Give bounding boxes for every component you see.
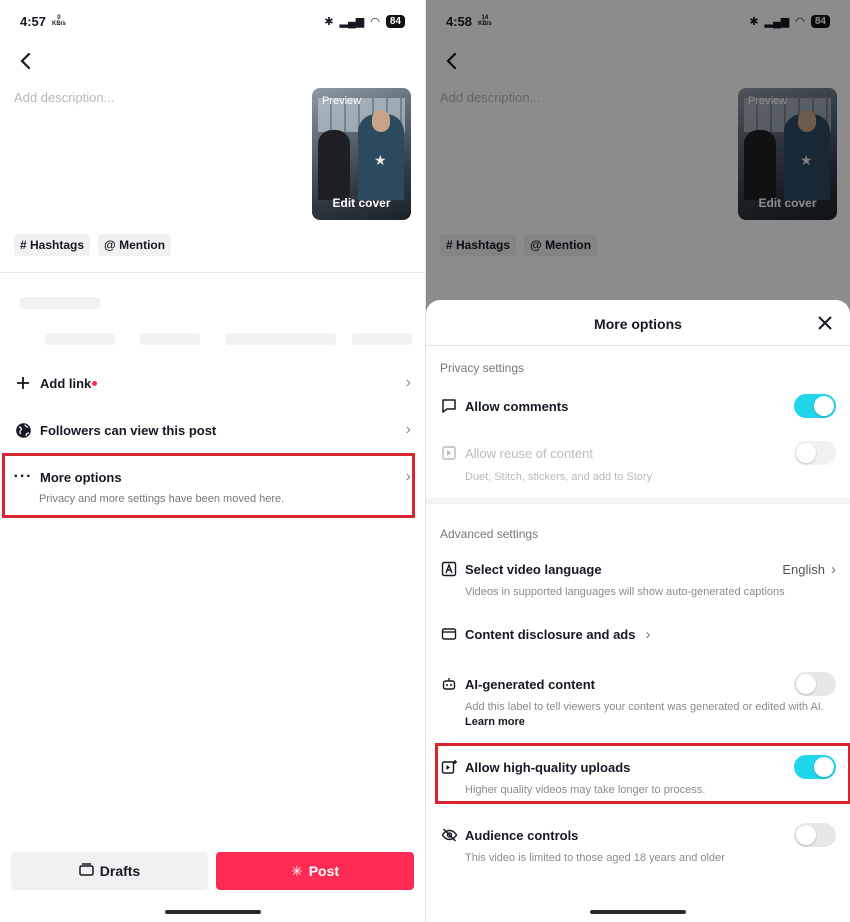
allow-reuse-row: Allow reuse of content — [440, 441, 836, 465]
close-icon[interactable] — [816, 314, 834, 332]
plus-icon — [14, 374, 32, 392]
mention-label: Mention — [119, 238, 166, 252]
post-screen-left: 4:57 0 KB/s ✱ ▂▄▆ ◠ 84 Add description...… — [0, 0, 425, 922]
video-language-label: Select video language — [465, 561, 602, 577]
advanced-settings-header: Advanced settings — [440, 527, 539, 541]
location-suggestion-faded — [45, 333, 115, 345]
post-button[interactable]: ✳ Post — [216, 852, 414, 890]
hashtags-label: Hashtags — [30, 238, 85, 252]
followers-label: Followers can view this post — [40, 422, 217, 438]
drafts-label: Drafts — [99, 863, 141, 879]
chevron-right-icon: › — [645, 625, 651, 643]
privacy-row[interactable]: Followers can view this post › — [14, 421, 411, 439]
privacy-settings-header: Privacy settings — [440, 361, 525, 375]
battery-icon: 84 — [385, 14, 405, 28]
content-disclosure-label: Content disclosure and ads — [465, 626, 636, 642]
cover-figure-head — [372, 110, 390, 132]
audience-controls-subtitle: This video is limited to those aged 18 y… — [465, 852, 725, 864]
video-language-value: English — [782, 561, 825, 577]
at-icon: @ — [104, 238, 120, 252]
home-indicator — [590, 910, 686, 914]
hashtags-chip[interactable]: # Hashtags — [14, 234, 91, 256]
ai-content-row[interactable]: AI-generated content — [440, 672, 836, 696]
ai-content-subtitle-text: Add this label to tell viewers your cont… — [465, 701, 824, 713]
divider — [0, 272, 425, 273]
toggle-knob — [796, 825, 816, 845]
location-row-faded — [20, 297, 100, 309]
cover-figure — [318, 130, 350, 200]
audience-controls-label: Audience controls — [465, 827, 579, 843]
hash-icon: # — [20, 238, 31, 252]
drafts-button[interactable]: Drafts — [11, 852, 208, 890]
wifi-icon: ◠ — [370, 15, 380, 28]
allow-comments-label: Allow comments — [465, 398, 569, 414]
network-speed-unit: KB/s — [52, 21, 66, 27]
video-language-subtitle: Videos in supported languages will show … — [465, 586, 785, 598]
video-language-row[interactable]: Select video language English › — [440, 560, 836, 578]
description-input[interactable]: Add description... — [14, 90, 114, 105]
location-suggestion-faded — [140, 333, 200, 345]
chip-row: # Hashtags @ Mention — [14, 234, 172, 256]
chevron-right-icon: › — [831, 560, 836, 578]
signal-icon: ▂▄▆ — [339, 15, 365, 28]
reuse-content-icon — [440, 444, 458, 462]
globe-icon — [14, 421, 32, 439]
chevron-right-icon: › — [405, 421, 411, 438]
audience-controls-toggle[interactable] — [794, 823, 836, 847]
allow-reuse-subtitle: Duet, Stitch, stickers, and add to Story — [465, 471, 653, 483]
mention-chip[interactable]: @ Mention — [98, 234, 172, 256]
comment-icon — [440, 397, 458, 415]
star-icon: ★ — [374, 152, 387, 168]
learn-more-link[interactable]: Learn more — [465, 716, 525, 728]
highlight-box — [2, 453, 415, 518]
location-suggestion-faded — [352, 333, 412, 345]
network-speed: 0 KB/s — [52, 15, 66, 27]
divider — [426, 345, 850, 346]
highlight-box — [435, 743, 850, 804]
bluetooth-icon: ✱ — [324, 15, 334, 28]
location-suggestion-faded — [226, 333, 336, 345]
allow-comments-toggle[interactable] — [794, 394, 836, 418]
language-icon — [440, 560, 458, 578]
video-cover-thumbnail[interactable]: ★ Preview Edit cover — [312, 88, 411, 220]
add-link-label: Add link — [40, 375, 92, 391]
allow-reuse-label: Allow reuse of content — [465, 445, 593, 461]
preview-label[interactable]: Preview — [322, 95, 361, 107]
back-arrow-icon[interactable] — [16, 50, 36, 72]
more-options-sheet: More options Privacy settings Allow comm… — [426, 300, 850, 922]
ai-content-subtitle: Add this label to tell viewers your cont… — [465, 700, 836, 730]
edit-cover-button[interactable]: Edit cover — [312, 196, 411, 210]
sheet-title: More options — [594, 316, 682, 332]
section-separator — [426, 498, 850, 504]
audience-controls-row[interactable]: Audience controls — [440, 823, 836, 847]
disclosure-icon — [440, 625, 458, 643]
ai-content-toggle[interactable] — [794, 672, 836, 696]
chevron-right-icon: › — [405, 374, 411, 391]
toggle-knob — [796, 674, 816, 694]
toggle-knob — [814, 396, 834, 416]
robot-icon — [440, 675, 458, 693]
ai-content-label: AI-generated content — [465, 676, 596, 692]
drafts-icon — [79, 863, 94, 879]
sparkle-icon: ✳ — [290, 862, 303, 879]
status-bar: 4:57 0 KB/s ✱ ▂▄▆ ◠ 84 — [20, 10, 405, 32]
post-label: Post — [308, 863, 340, 879]
new-badge-dot — [92, 380, 98, 386]
post-screen-right: 4:58 14 KB/s ✱ ▂▄▆ ◠ 84 Add description..… — [425, 0, 850, 922]
status-time: 4:57 — [20, 13, 47, 29]
allow-comments-row[interactable]: Allow comments — [440, 394, 836, 418]
content-disclosure-row[interactable]: Content disclosure and ads › — [440, 625, 650, 643]
allow-reuse-toggle — [794, 441, 836, 465]
home-indicator — [164, 910, 261, 914]
eye-off-icon — [440, 826, 458, 844]
add-link-row[interactable]: Add link › — [14, 374, 411, 392]
toggle-knob — [796, 443, 816, 463]
